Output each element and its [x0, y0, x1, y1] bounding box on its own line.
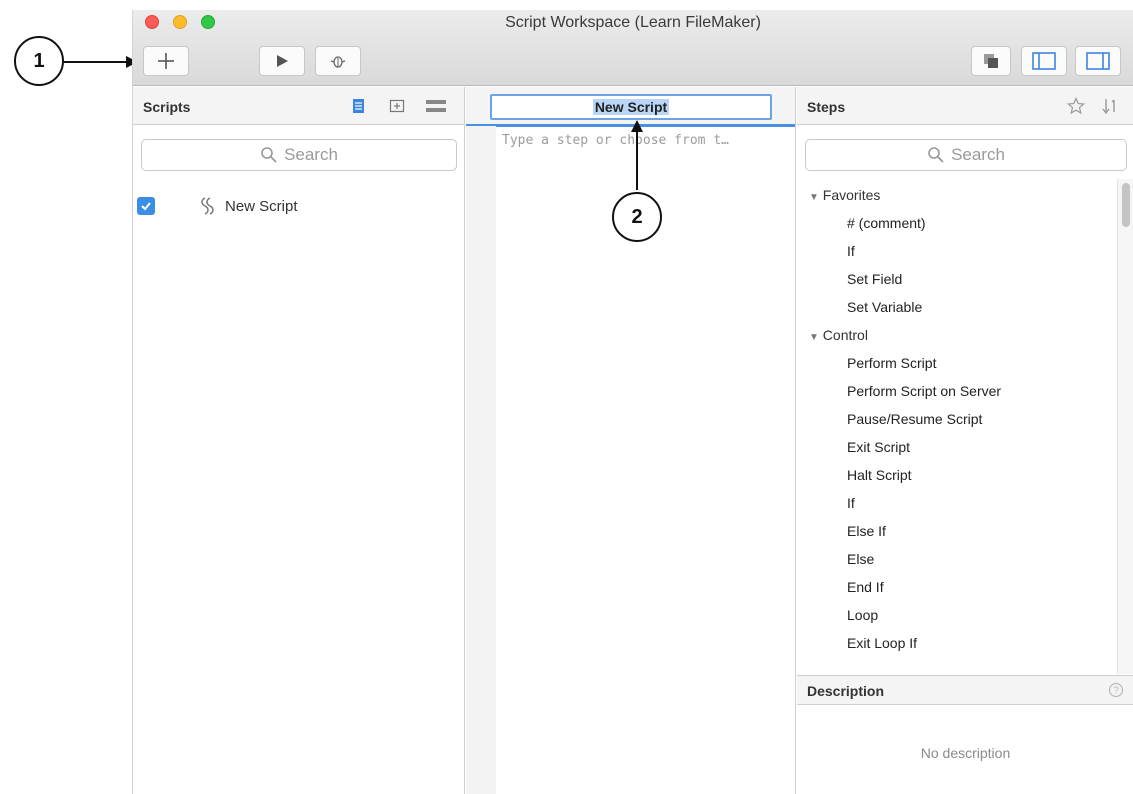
separator-icon[interactable]: [425, 98, 447, 114]
step-item[interactable]: Halt Script: [847, 467, 912, 483]
toggle-left-pane-button[interactable]: [1021, 46, 1067, 76]
script-name-field-text: New Script: [592, 99, 670, 115]
steps-search-input[interactable]: Search: [805, 139, 1127, 171]
titlebar: Script Workspace (Learn FileMaker): [133, 10, 1133, 86]
window-layout-button[interactable]: [971, 46, 1011, 76]
step-item[interactable]: Exit Script: [847, 439, 910, 455]
checkmark-icon: [141, 202, 151, 211]
windows-icon: [984, 54, 998, 68]
script-name: New Script: [225, 197, 298, 215]
steps-header: Steps: [797, 87, 1133, 125]
scripts-search-placeholder: Search: [284, 145, 338, 164]
callout-2-label: 2: [631, 205, 643, 228]
toggle-right-pane-button[interactable]: [1075, 46, 1121, 76]
callout-2-arrow: [631, 120, 643, 190]
step-item[interactable]: Perform Script: [847, 355, 936, 371]
steps-pane: Steps Search ▼ Favorites # (comment) If …: [797, 87, 1133, 794]
step-item[interactable]: If: [847, 243, 855, 259]
steps-header-label: Steps: [807, 99, 846, 115]
sort-icon[interactable]: [1101, 97, 1123, 115]
line-gutter: [466, 126, 496, 794]
steps-search-placeholder: Search: [951, 145, 1005, 164]
help-icon[interactable]: ?: [1108, 682, 1124, 698]
category-control[interactable]: ▼ Control: [809, 327, 868, 343]
step-entry-field[interactable]: Type a step or choose from t…: [502, 133, 729, 148]
scripts-pane: Scripts Search New Script: [133, 87, 465, 794]
step-item[interactable]: Exit Loop If: [847, 635, 917, 651]
step-item[interactable]: Loop: [847, 607, 878, 623]
step-item[interactable]: # (comment): [847, 215, 926, 231]
steps-list: ▼ Favorites # (comment) If Set Field Set…: [797, 179, 1117, 674]
script-list-item[interactable]: New Script: [137, 195, 298, 217]
script-checkbox[interactable]: [137, 197, 155, 215]
search-icon: [928, 147, 944, 163]
steps-scrollbar[interactable]: [1117, 179, 1133, 674]
category-label: Control: [822, 327, 868, 343]
play-icon: [277, 55, 288, 67]
new-script-button[interactable]: [143, 46, 189, 76]
bug-icon: [330, 56, 346, 68]
description-header-label: Description: [807, 683, 885, 699]
callout-2: 2: [612, 192, 662, 242]
step-item[interactable]: End If: [847, 579, 884, 595]
script-icon: [201, 197, 214, 215]
callout-1-label: 1: [33, 49, 45, 72]
category-label: Favorites: [822, 187, 881, 203]
description-text: No description: [920, 745, 1011, 761]
window-title: Script Workspace (Learn FileMaker): [505, 14, 761, 31]
left-sidebar-icon: [1032, 52, 1056, 70]
step-item[interactable]: Set Field: [847, 271, 902, 287]
step-item[interactable]: Else If: [847, 523, 886, 539]
steps-scrollbar-thumb[interactable]: [1122, 183, 1130, 227]
step-item[interactable]: Perform Script on Server: [847, 383, 1001, 399]
callout-1: 1: [14, 36, 64, 86]
new-folder-icon[interactable]: [389, 98, 405, 114]
scripts-header: Scripts: [133, 87, 464, 125]
description-header: Description ?: [797, 675, 1133, 705]
run-script-button[interactable]: [259, 46, 305, 76]
svg-text:?: ?: [1113, 686, 1119, 697]
scripts-header-label: Scripts: [143, 99, 191, 115]
disclosure-triangle-icon: ▼: [809, 192, 819, 203]
step-item[interactable]: If: [847, 495, 855, 511]
step-item[interactable]: Set Variable: [847, 299, 922, 315]
plus-icon: [158, 53, 174, 69]
script-name-field[interactable]: New Script: [490, 94, 772, 120]
scripts-search-input[interactable]: Search: [141, 139, 457, 171]
category-favorites[interactable]: ▼ Favorites: [809, 187, 880, 203]
debug-script-button[interactable]: [315, 46, 361, 76]
disclosure-triangle-icon: ▼: [809, 332, 819, 343]
step-item[interactable]: Else: [847, 551, 874, 567]
star-icon[interactable]: [1067, 97, 1085, 115]
callout-1-arrow: [64, 56, 138, 68]
right-sidebar-icon: [1086, 52, 1110, 70]
new-script-list-icon[interactable]: [351, 98, 367, 114]
step-item[interactable]: Pause/Resume Script: [847, 411, 982, 427]
search-icon: [261, 147, 277, 163]
